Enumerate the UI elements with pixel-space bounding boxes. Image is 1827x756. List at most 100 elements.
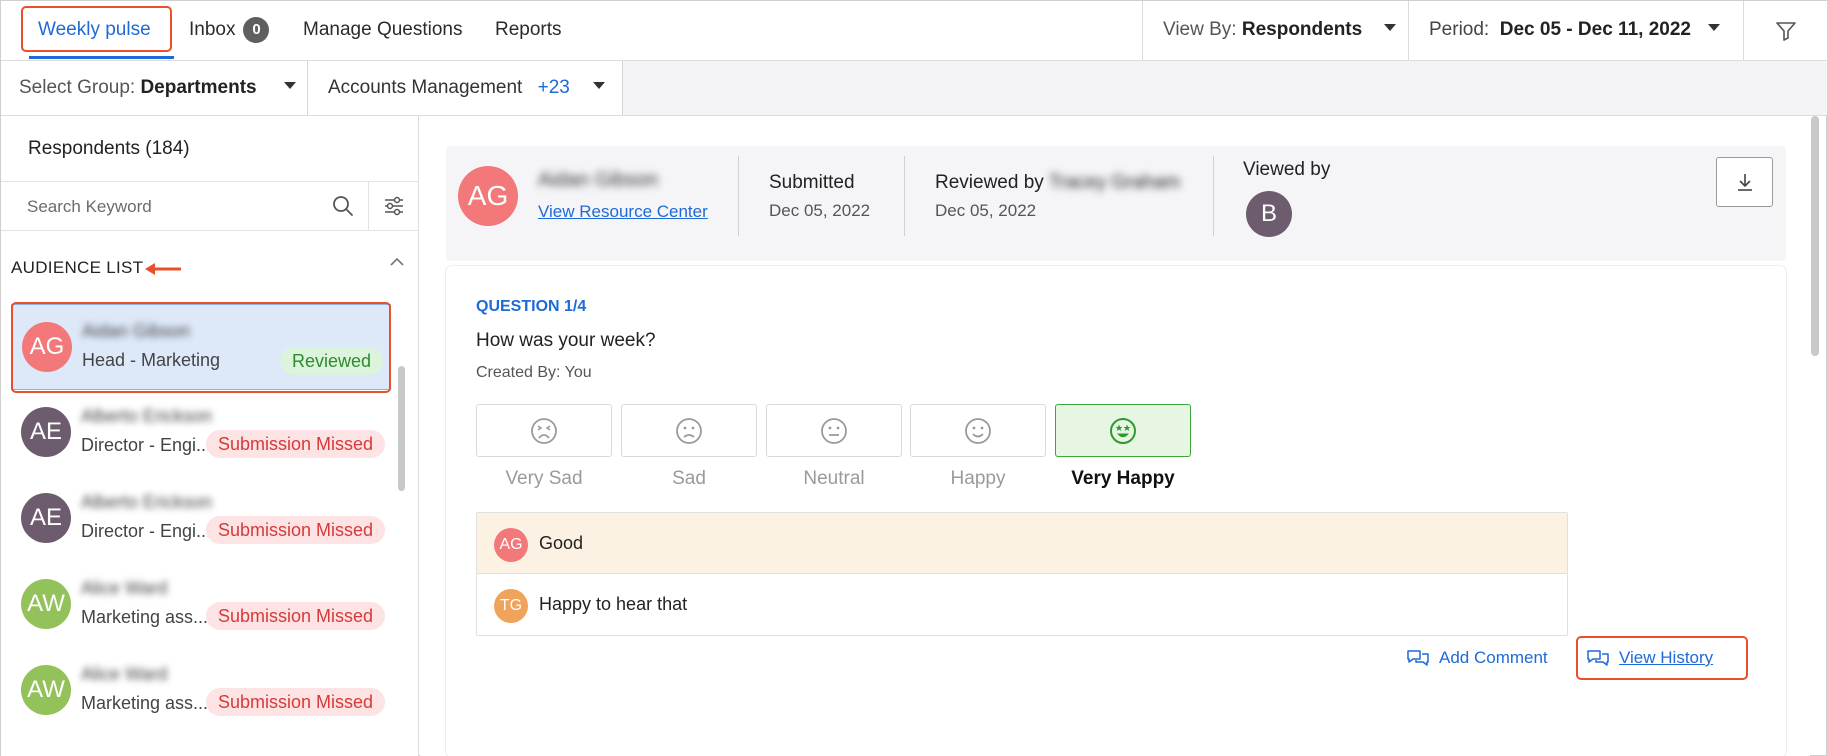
respondent-name: Alice Ward [81,664,168,684]
period-value: Dec 05 - Dec 11, 2022 [1499,19,1691,40]
avatar: AW [21,665,71,715]
view-by-dropdown[interactable]: View By: Respondents [1163,1,1396,61]
sad-face-icon [676,417,702,444]
highlight-box-view-history [1576,636,1748,680]
mood-option-very-happy[interactable] [1055,404,1191,457]
comment-item: AG Good [477,513,1567,574]
chevron-up-icon[interactable] [389,256,405,268]
group-more-count: +23 [537,77,570,98]
mood-label-neutral: Neutral [803,468,865,489]
download-button[interactable] [1716,157,1773,207]
caret-down-icon [593,82,606,90]
divider [904,156,905,236]
highlight-box-selected-respondent [11,302,391,393]
mood-label-very-sad: Very Sad [505,468,583,489]
caret-down-icon [1708,24,1721,32]
viewer-avatar: B [1246,191,1292,237]
tab-reports[interactable]: Reports [495,1,562,61]
select-group-value: Departments [140,77,257,98]
search-filter-button[interactable] [368,182,419,230]
mood-option-neutral[interactable] [766,404,902,457]
inbox-count-badge: 0 [243,16,270,43]
caret-down-icon [1383,24,1396,32]
main-scrollbar[interactable] [1811,116,1819,356]
mood-label-happy: Happy [950,468,1006,489]
caret-down-icon [283,82,296,90]
app-window: Weekly pulse Inbox 0 Manage Questions Rep… [0,0,1827,756]
sidebar-scrollbar[interactable] [398,366,405,491]
response-detail-panel: AG Aidan Gibson View Resource Center Sub… [420,116,1810,756]
mood-option-happy[interactable] [910,404,1046,457]
submitted-date: Dec 05, 2022 [769,201,871,220]
respondent-name: Alberto Erickson [81,492,213,512]
mood-label-very-happy: Very Happy [1071,468,1175,489]
list-item[interactable]: AE Alberto Erickson Director - Engi... S… [1,390,401,476]
filter-button[interactable] [1743,1,1827,61]
respondent-name: Aidan Gibson [538,169,659,191]
sliders-icon [385,196,403,216]
happy-face-icon [965,417,991,444]
add-comment-button[interactable]: Add Comment [1406,648,1548,668]
avatar: AG [458,166,518,226]
select-group-label: Select Group: [19,77,136,98]
period-dropdown[interactable]: Period: Dec 05 - Dec 11, 2022 [1429,1,1721,61]
respondents-sidebar: Respondents (184) AUDIENCE LIST [1,116,419,756]
view-by-label: View By: [1163,19,1237,40]
respondent-name: Alberto Erickson [81,406,213,426]
group-items-dropdown[interactable]: Accounts Management +23 [308,61,623,115]
tab-inbox[interactable]: Inbox 0 [189,1,270,61]
question-card: QUESTION 1/4 How was your week? Created … [446,266,1786,756]
submitted-label: Submitted [769,172,855,193]
avatar: AW [21,579,71,629]
funnel-icon [1775,22,1796,41]
mood-label-sad: Sad [672,468,706,489]
respondent-name: Alice Ward [81,578,168,598]
viewed-by-label: Viewed by [1243,159,1331,180]
neutral-face-icon [821,417,847,444]
active-tab-indicator [29,56,174,59]
mood-option-very-sad[interactable] [476,404,612,457]
status-badge: Submission Missed [206,430,386,458]
divider [738,156,739,236]
reviewed-date: Dec 05, 2022 [935,201,1037,220]
search-input[interactable] [15,190,315,224]
list-item[interactable]: AW Alice Ward Marketing ass... Submissio… [1,562,401,648]
respondents-title: Respondents (184) [28,138,190,159]
divider [1213,156,1214,236]
very-sad-face-icon [531,417,557,444]
status-badge: Submission Missed [206,516,386,544]
mood-option-sad[interactable] [621,404,757,457]
view-resource-center-link[interactable]: View Resource Center [538,202,708,222]
group-name: Accounts Management [328,77,523,98]
annotation-arrow-icon [145,263,181,275]
respondent-role: Marketing ass... [81,607,209,627]
search-icon[interactable] [331,194,355,218]
comment-text: Happy to hear that [539,594,688,614]
audience-list-label: AUDIENCE LIST [11,258,144,277]
divider [1142,1,1143,61]
respondent-role: Marketing ass... [81,693,209,713]
very-happy-face-icon [1110,417,1136,444]
respondent-role: Director - Engi... [81,521,212,541]
top-nav-bar: Weekly pulse Inbox 0 Manage Questions Rep… [1,1,1827,61]
list-item[interactable]: AW Alice Ward Marketing ass... Submissio… [1,648,401,734]
list-item[interactable]: AE Alberto Erickson Director - Engi... S… [1,476,401,562]
comments-icon [1407,650,1429,666]
add-comment-label: Add Comment [1439,648,1548,667]
status-badge: Submission Missed [206,602,386,630]
divider [1408,1,1409,61]
question-number: QUESTION 1/4 [476,298,587,315]
tab-inbox-label: Inbox [189,19,236,40]
question-author: Created By: You [476,364,592,381]
period-label: Period: [1429,19,1490,40]
avatar: AE [21,493,71,543]
question-text: How was your week? [476,330,656,351]
comment-item: TG Happy to hear that [477,574,1567,635]
tab-manage-questions[interactable]: Manage Questions [303,1,463,61]
avatar: AG [494,528,528,562]
select-group-dropdown[interactable]: Select Group: Departments [1,61,308,115]
comment-thread: AG Good TG Happy to hear that [476,512,1568,636]
group-filter-bar: Select Group: Departments Accounts Manag… [1,61,1827,116]
comment-text: Good [539,533,584,553]
view-by-value: Respondents [1241,19,1363,40]
